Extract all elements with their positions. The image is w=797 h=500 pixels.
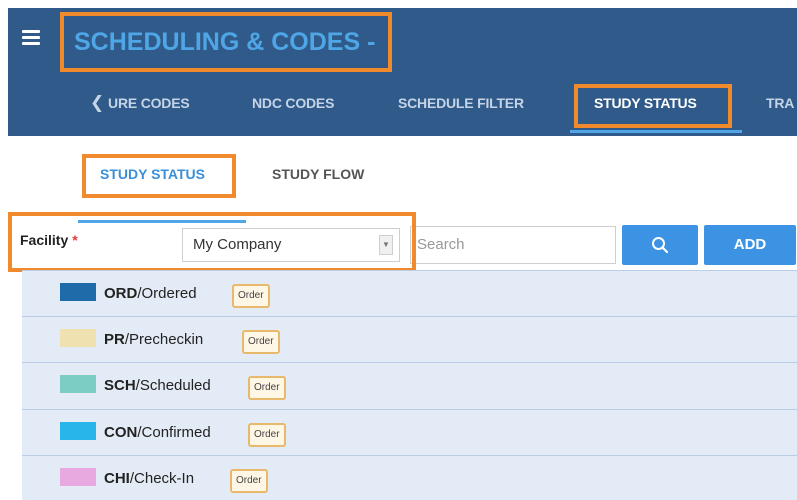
status-color-swatch bbox=[60, 283, 96, 301]
search-input[interactable]: Search bbox=[410, 226, 616, 264]
hamburger-menu-icon[interactable] bbox=[22, 30, 40, 45]
app-title[interactable]: SCHEDULING & CODES - bbox=[60, 12, 392, 72]
status-color-swatch bbox=[60, 468, 96, 486]
chevron-left-icon[interactable]: ❮ bbox=[90, 93, 104, 112]
status-name: Precheckin bbox=[129, 330, 204, 348]
status-code: CHI bbox=[104, 470, 130, 487]
status-label: CHI/Check-In bbox=[104, 470, 195, 487]
subtab-study-status[interactable]: STUDY STATUS bbox=[100, 166, 205, 182]
nav-tab-schedule-filter[interactable]: SCHEDULE FILTER bbox=[398, 84, 524, 136]
status-name: Scheduled bbox=[139, 377, 211, 394]
active-tab-indicator bbox=[570, 130, 742, 133]
top-nav: ❮ URE CODES NDC CODES SCHEDULE FILTER STU… bbox=[8, 84, 797, 136]
nav-tab-study-status[interactable]: STUDY STATUS bbox=[594, 84, 697, 136]
list-item[interactable]: PR/Precheckin Order bbox=[22, 316, 797, 363]
status-label: PR/Precheckin bbox=[104, 330, 204, 348]
status-label: CON/Confirmed bbox=[104, 423, 211, 441]
status-code: ORD bbox=[104, 285, 138, 302]
list-item[interactable]: CHI/Check-In Order bbox=[22, 456, 797, 500]
status-name: Confirmed bbox=[141, 423, 211, 441]
order-badge[interactable]: Order bbox=[232, 284, 270, 308]
list-item[interactable]: SCH/Scheduled Order bbox=[22, 363, 797, 410]
status-color-swatch bbox=[60, 328, 96, 347]
order-badge[interactable]: Order bbox=[248, 422, 286, 447]
nav-tab-ndc-codes[interactable]: NDC CODES bbox=[252, 84, 334, 136]
order-badge[interactable]: Order bbox=[248, 376, 286, 400]
list-item[interactable]: CON/Confirmed Order bbox=[22, 409, 797, 456]
status-code: CON bbox=[104, 423, 138, 441]
nav-tab-label: URE CODES bbox=[108, 95, 190, 111]
search-button[interactable] bbox=[622, 225, 698, 265]
status-code: PR bbox=[104, 330, 125, 348]
order-badge[interactable]: Order bbox=[242, 329, 280, 354]
status-color-swatch bbox=[60, 375, 96, 393]
list-item[interactable]: ORD/Ordered Order bbox=[22, 270, 797, 317]
search-icon bbox=[652, 237, 669, 254]
status-name: Check-In bbox=[134, 470, 195, 487]
nav-tab-ure-codes[interactable]: ❮ URE CODES bbox=[90, 84, 190, 136]
order-badge[interactable]: Order bbox=[230, 469, 268, 493]
search-placeholder: Search bbox=[417, 236, 465, 253]
nav-tab-tra[interactable]: TRA bbox=[766, 84, 794, 136]
status-name: Ordered bbox=[141, 285, 197, 302]
status-color-swatch bbox=[60, 421, 96, 440]
add-button[interactable]: ADD bbox=[704, 225, 796, 265]
highlight-box bbox=[8, 212, 416, 272]
status-label: SCH/Scheduled bbox=[104, 377, 211, 394]
status-code: SCH bbox=[104, 377, 136, 394]
study-status-list: ORD/Ordered Order PR/Precheckin Order SC… bbox=[22, 270, 797, 500]
status-label: ORD/Ordered bbox=[104, 285, 197, 302]
app-header: SCHEDULING & CODES - ❮ URE CODES NDC CODE… bbox=[8, 8, 797, 136]
subtab-study-flow[interactable]: STUDY FLOW bbox=[272, 166, 364, 182]
